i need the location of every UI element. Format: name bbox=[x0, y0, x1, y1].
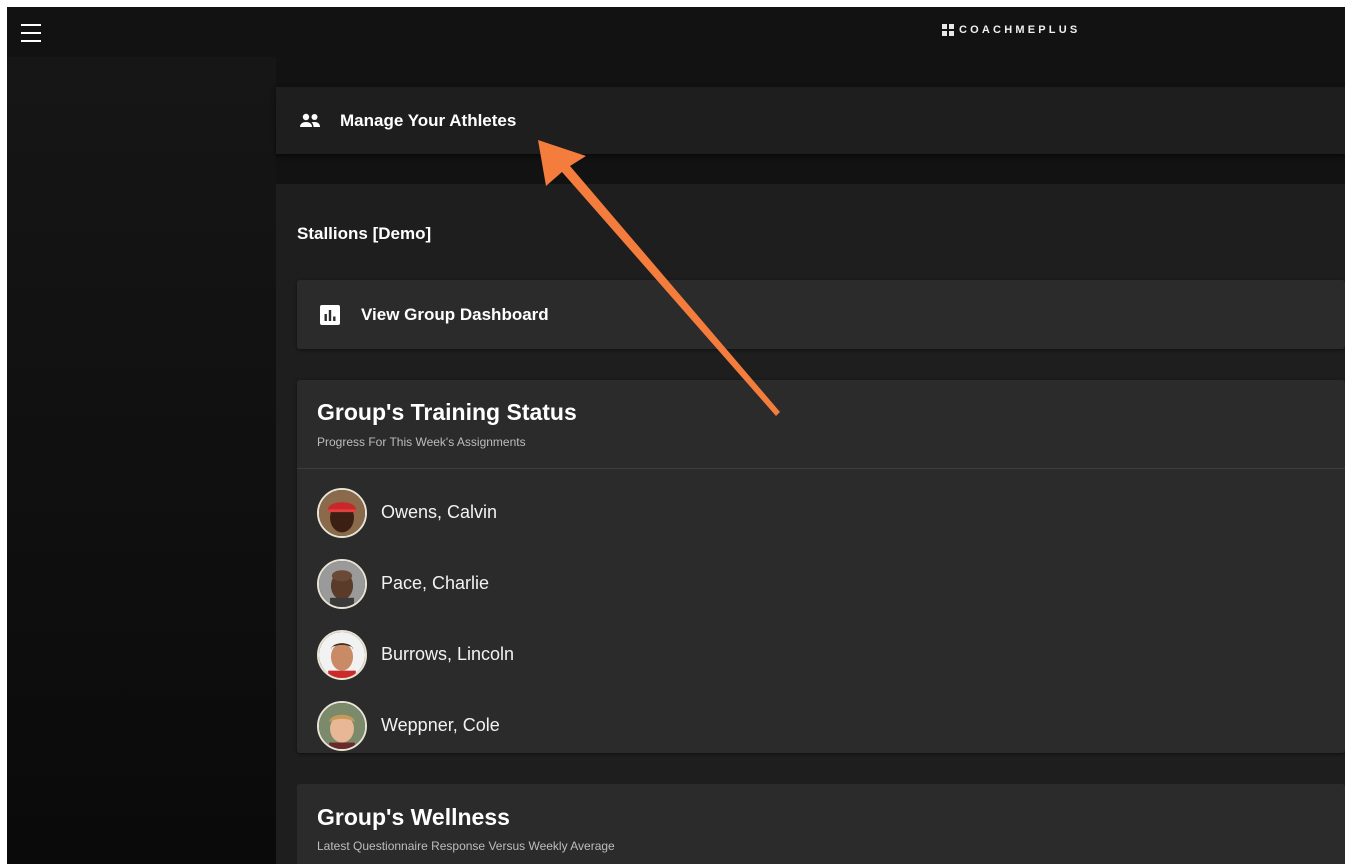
brand-logo[interactable]: COACHMEPLUS bbox=[942, 24, 1080, 36]
athlete-row[interactable]: Pace, Charlie bbox=[297, 548, 1345, 619]
avatar bbox=[317, 700, 367, 751]
avatar bbox=[317, 487, 367, 538]
athlete-name: Pace, Charlie bbox=[381, 573, 490, 593]
app-window: COACHMEPLUS Manage Your Athletes Stallio… bbox=[7, 7, 1345, 864]
athlete-row[interactable]: Owens, Calvin bbox=[297, 477, 1345, 548]
view-group-dashboard-label: View Group Dashboard bbox=[361, 304, 549, 324]
athlete-row[interactable]: Burrows, Lincoln bbox=[297, 619, 1345, 690]
group-panel: Stallions [Demo] View Group Dashboard Gr… bbox=[276, 184, 1345, 864]
divider bbox=[297, 468, 1345, 469]
athlete-name: Owens, Calvin bbox=[381, 502, 498, 522]
training-status-subtitle: Progress For This Week's Assignments bbox=[317, 435, 526, 449]
brand-mark-icon bbox=[942, 24, 954, 36]
main-content: Manage Your Athletes Stallions [Demo] Vi… bbox=[276, 57, 1345, 864]
training-status-title: Group's Training Status bbox=[317, 399, 577, 425]
wellness-card: Group's Wellness Latest Questionnaire Re… bbox=[297, 784, 1345, 864]
hamburger-menu-icon[interactable] bbox=[19, 24, 43, 42]
wellness-title: Group's Wellness bbox=[317, 804, 510, 830]
training-status-card: Group's Training Status Progress For Thi… bbox=[297, 380, 1345, 753]
group-name: Stallions [Demo] bbox=[297, 224, 432, 243]
athlete-list: Owens, Calvin Pace, Charlie Burrows, Lin… bbox=[297, 477, 1345, 761]
view-group-dashboard-button[interactable]: View Group Dashboard bbox=[297, 280, 1345, 349]
top-app-bar: COACHMEPLUS bbox=[7, 7, 1345, 57]
avatar bbox=[317, 629, 367, 680]
brand-name: COACHMEPLUS bbox=[959, 24, 1081, 36]
manage-athletes-button[interactable]: Manage Your Athletes bbox=[276, 87, 1345, 154]
avatar bbox=[317, 558, 367, 609]
manage-athletes-label: Manage Your Athletes bbox=[340, 110, 517, 130]
wellness-subtitle: Latest Questionnaire Response Versus Wee… bbox=[317, 839, 615, 853]
athlete-name: Weppner, Cole bbox=[381, 715, 500, 735]
people-icon bbox=[300, 113, 320, 127]
athlete-name: Burrows, Lincoln bbox=[381, 644, 515, 664]
bar-chart-icon bbox=[320, 304, 340, 325]
sidebar bbox=[7, 57, 276, 864]
athlete-row[interactable]: Weppner, Cole bbox=[297, 690, 1345, 761]
